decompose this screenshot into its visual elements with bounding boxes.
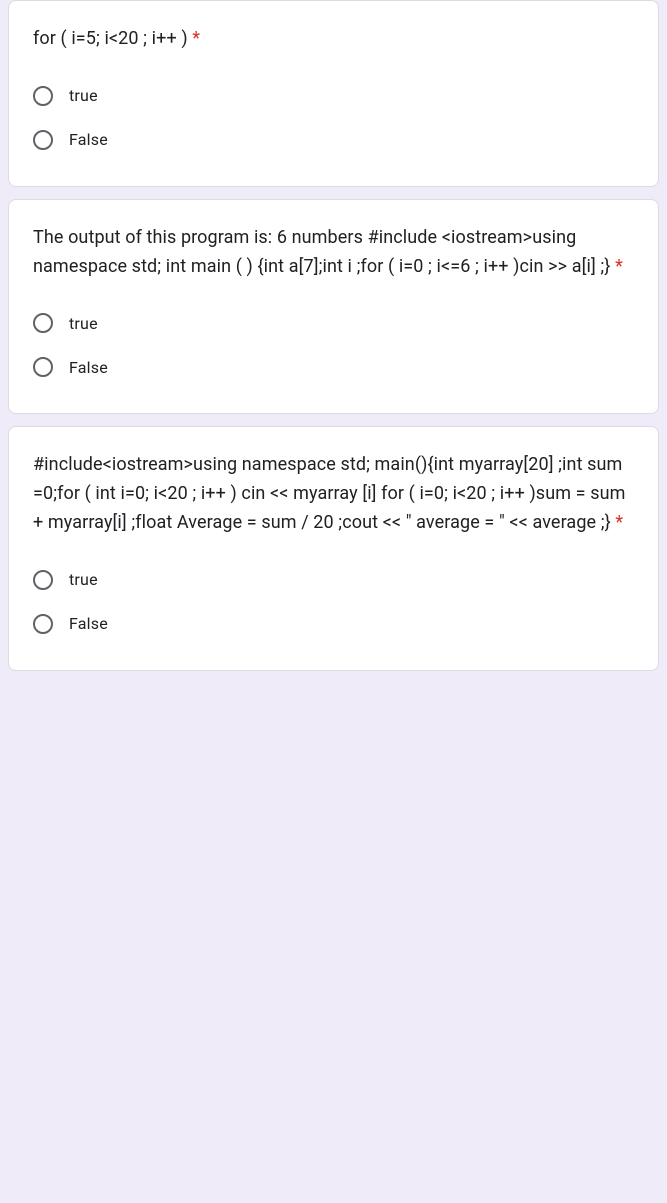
required-indicator: * bbox=[615, 512, 623, 533]
question-content: The output of this program is: 6 numbers… bbox=[33, 227, 611, 277]
options-container-3: true False bbox=[33, 558, 634, 646]
radio-option-true[interactable]: true bbox=[33, 301, 634, 345]
options-container-2: true False bbox=[33, 301, 634, 389]
question-text-3: #include<iostream>using namespace std; m… bbox=[33, 451, 634, 537]
radio-circle-icon bbox=[33, 130, 53, 150]
required-indicator: * bbox=[192, 28, 200, 49]
radio-option-false[interactable]: False bbox=[33, 602, 634, 646]
radio-label: true bbox=[69, 314, 98, 333]
radio-label: true bbox=[69, 570, 98, 589]
question-text-2: The output of this program is: 6 numbers… bbox=[33, 224, 634, 282]
question-card-1: for ( i=5; i<20 ; i++ ) * true False bbox=[8, 0, 659, 187]
question-content: for ( i=5; i<20 ; i++ ) bbox=[33, 28, 188, 49]
radio-label: true bbox=[69, 86, 98, 105]
question-card-3: #include<iostream>using namespace std; m… bbox=[8, 426, 659, 670]
radio-option-true[interactable]: true bbox=[33, 558, 634, 602]
radio-option-false[interactable]: False bbox=[33, 345, 634, 389]
radio-circle-icon bbox=[33, 86, 53, 106]
radio-option-false[interactable]: False bbox=[33, 118, 634, 162]
question-text-1: for ( i=5; i<20 ; i++ ) * bbox=[33, 25, 634, 54]
radio-label: False bbox=[69, 130, 108, 149]
question-content: #include<iostream>using namespace std; m… bbox=[33, 454, 626, 533]
radio-label: False bbox=[69, 358, 108, 377]
radio-circle-icon bbox=[33, 570, 53, 590]
radio-option-true[interactable]: true bbox=[33, 74, 634, 118]
question-card-2: The output of this program is: 6 numbers… bbox=[8, 199, 659, 415]
radio-circle-icon bbox=[33, 614, 53, 634]
radio-circle-icon bbox=[33, 313, 53, 333]
required-indicator: * bbox=[615, 256, 623, 277]
options-container-1: true False bbox=[33, 74, 634, 162]
radio-circle-icon bbox=[33, 357, 53, 377]
radio-label: False bbox=[69, 614, 108, 633]
